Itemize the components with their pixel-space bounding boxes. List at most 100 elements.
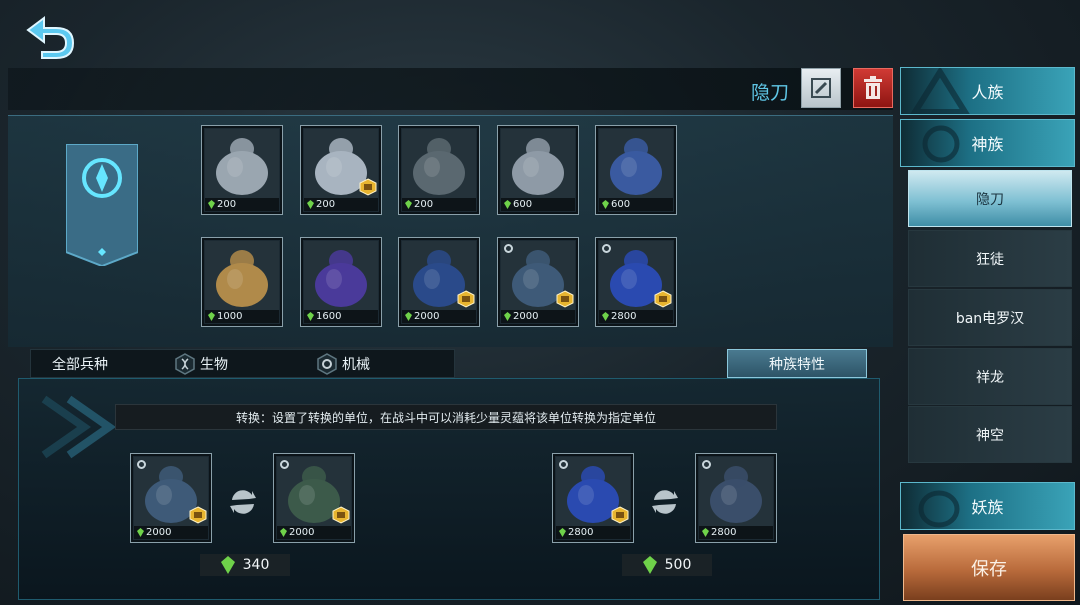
zerg-emblem-icon (918, 490, 960, 528)
race-tab-demon[interactable]: 妖族 (900, 482, 1075, 530)
unit-cost-value: 2000 (289, 527, 315, 538)
filter-tab-mech[interactable]: 机械 (316, 350, 370, 377)
conversion-source-card[interactable]: 2000 (130, 453, 212, 543)
filter-all-label: 全部兵种 (52, 356, 108, 373)
unit-cost: 2000 (501, 310, 575, 323)
save-button[interactable]: 保存 (903, 534, 1075, 601)
upgrade-badge-icon (189, 506, 207, 524)
unit-cost-value: 2000 (513, 311, 539, 322)
terran-emblem-icon (910, 68, 970, 114)
energy-crystal-icon (405, 312, 412, 321)
unit-cost: 600 (599, 198, 673, 211)
unit-cost-value: 2000 (146, 527, 172, 538)
conversion-target-card[interactable]: 2800 (695, 453, 777, 543)
unit-cost-value: 2800 (711, 527, 737, 538)
back-button[interactable] (24, 12, 78, 60)
energy-crystal-icon (280, 528, 287, 537)
unit-cost: 200 (402, 198, 476, 211)
unit-card[interactable]: 2000 (398, 237, 480, 327)
back-arrow-icon (26, 16, 75, 59)
filter-tab-bio[interactable]: 生物 (174, 350, 228, 377)
energy-crystal-icon (602, 200, 609, 209)
upgrade-badge-icon (332, 506, 350, 524)
unit-card[interactable]: 1600 (300, 237, 382, 327)
unit-card[interactable]: 1000 (201, 237, 283, 327)
race-tab-divine[interactable]: 神族 (900, 119, 1075, 167)
unit-cost: 200 (205, 198, 279, 211)
energy-crystal-icon (307, 312, 314, 321)
unit-cost-value: 2800 (611, 311, 637, 322)
unit-portrait (402, 129, 476, 198)
unit-card[interactable]: 200 (201, 125, 283, 215)
delete-button[interactable] (853, 68, 893, 108)
filter-tab-all[interactable]: 全部兵种 (52, 350, 108, 377)
upgrade-badge-icon (611, 506, 629, 524)
transform-marker-icon (602, 244, 611, 253)
unit-cost: 2000 (402, 310, 476, 323)
transform-marker-icon (504, 244, 513, 253)
energy-crystal-icon (137, 528, 144, 537)
upgrade-badge-icon (556, 290, 574, 308)
conversion-price: 500 (622, 554, 712, 576)
conversion-source-card[interactable]: 2800 (552, 453, 634, 543)
unit-cost: 2000 (134, 526, 208, 539)
conversion-price-value: 500 (664, 557, 692, 573)
deck-subtab[interactable]: ban电罗汉 (908, 289, 1072, 346)
deck-subtab[interactable]: 祥龙 (908, 348, 1072, 405)
deck-subtab-label: 祥龙 (976, 369, 1004, 386)
protoss-emblem-icon (65, 143, 139, 268)
unit-cost: 2800 (556, 526, 630, 539)
energy-crystal-icon (504, 200, 511, 209)
unit-card[interactable]: 600 (595, 125, 677, 215)
unit-cost-value: 2000 (414, 311, 440, 322)
unit-cost-value: 200 (414, 199, 434, 210)
transform-marker-icon (137, 460, 146, 469)
protoss-emblem-icon (922, 125, 960, 163)
swap-arrows-icon (230, 490, 256, 514)
unit-card[interactable]: 200 (300, 125, 382, 215)
energy-crystal-icon (208, 200, 215, 209)
swap-arrows-icon (652, 490, 678, 514)
conversion-price: 340 (200, 554, 290, 576)
unit-portrait (205, 241, 279, 310)
race-divine-label: 神族 (971, 135, 1004, 154)
race-demon-label: 妖族 (971, 498, 1004, 517)
unit-cost: 2800 (699, 526, 773, 539)
upgrade-badge-icon (654, 290, 672, 308)
unit-cost: 2000 (277, 526, 351, 539)
race-tab-human[interactable]: 人族 (900, 67, 1075, 115)
rename-button[interactable] (801, 68, 841, 108)
unit-cost-value: 1000 (217, 311, 243, 322)
filter-bio-label: 生物 (200, 356, 228, 373)
unit-cost-value: 200 (316, 199, 336, 210)
unit-filter-bar: 全部兵种 生物 机械 (30, 349, 455, 378)
unit-card[interactable]: 2800 (595, 237, 677, 327)
trash-icon (864, 76, 882, 99)
conversion-target-card[interactable]: 2000 (273, 453, 355, 543)
conversion-price-value: 340 (242, 557, 270, 573)
deck-subtab[interactable]: 狂徒 (908, 230, 1072, 287)
unit-cost: 1000 (205, 310, 279, 323)
deck-subtab[interactable]: 隐刀 (908, 170, 1072, 227)
energy-crystal-icon (504, 312, 511, 321)
deck-name: 隐刀 (750, 82, 789, 104)
unit-portrait (699, 457, 773, 526)
gear-icon (317, 352, 337, 375)
transform-marker-icon (280, 460, 289, 469)
unit-card[interactable]: 2000 (497, 237, 579, 327)
deck-subtab[interactable]: 神空 (908, 406, 1072, 463)
unit-card[interactable]: 200 (398, 125, 480, 215)
unit-cost: 200 (304, 198, 378, 211)
deck-subtab-label: 神空 (976, 427, 1004, 444)
unit-cost-value: 2800 (568, 527, 594, 538)
unit-cost-value: 600 (611, 199, 631, 210)
race-trait-button[interactable]: 种族特性 (727, 349, 867, 378)
energy-crystal-icon (602, 312, 609, 321)
energy-crystal-icon (559, 528, 566, 537)
energy-crystal-icon (642, 556, 657, 574)
unit-card[interactable]: 600 (497, 125, 579, 215)
upgrade-badge-icon (457, 290, 475, 308)
upgrade-badge-icon (359, 178, 377, 196)
unit-cost-value: 1600 (316, 311, 342, 322)
race-human-label: 人族 (971, 83, 1004, 102)
